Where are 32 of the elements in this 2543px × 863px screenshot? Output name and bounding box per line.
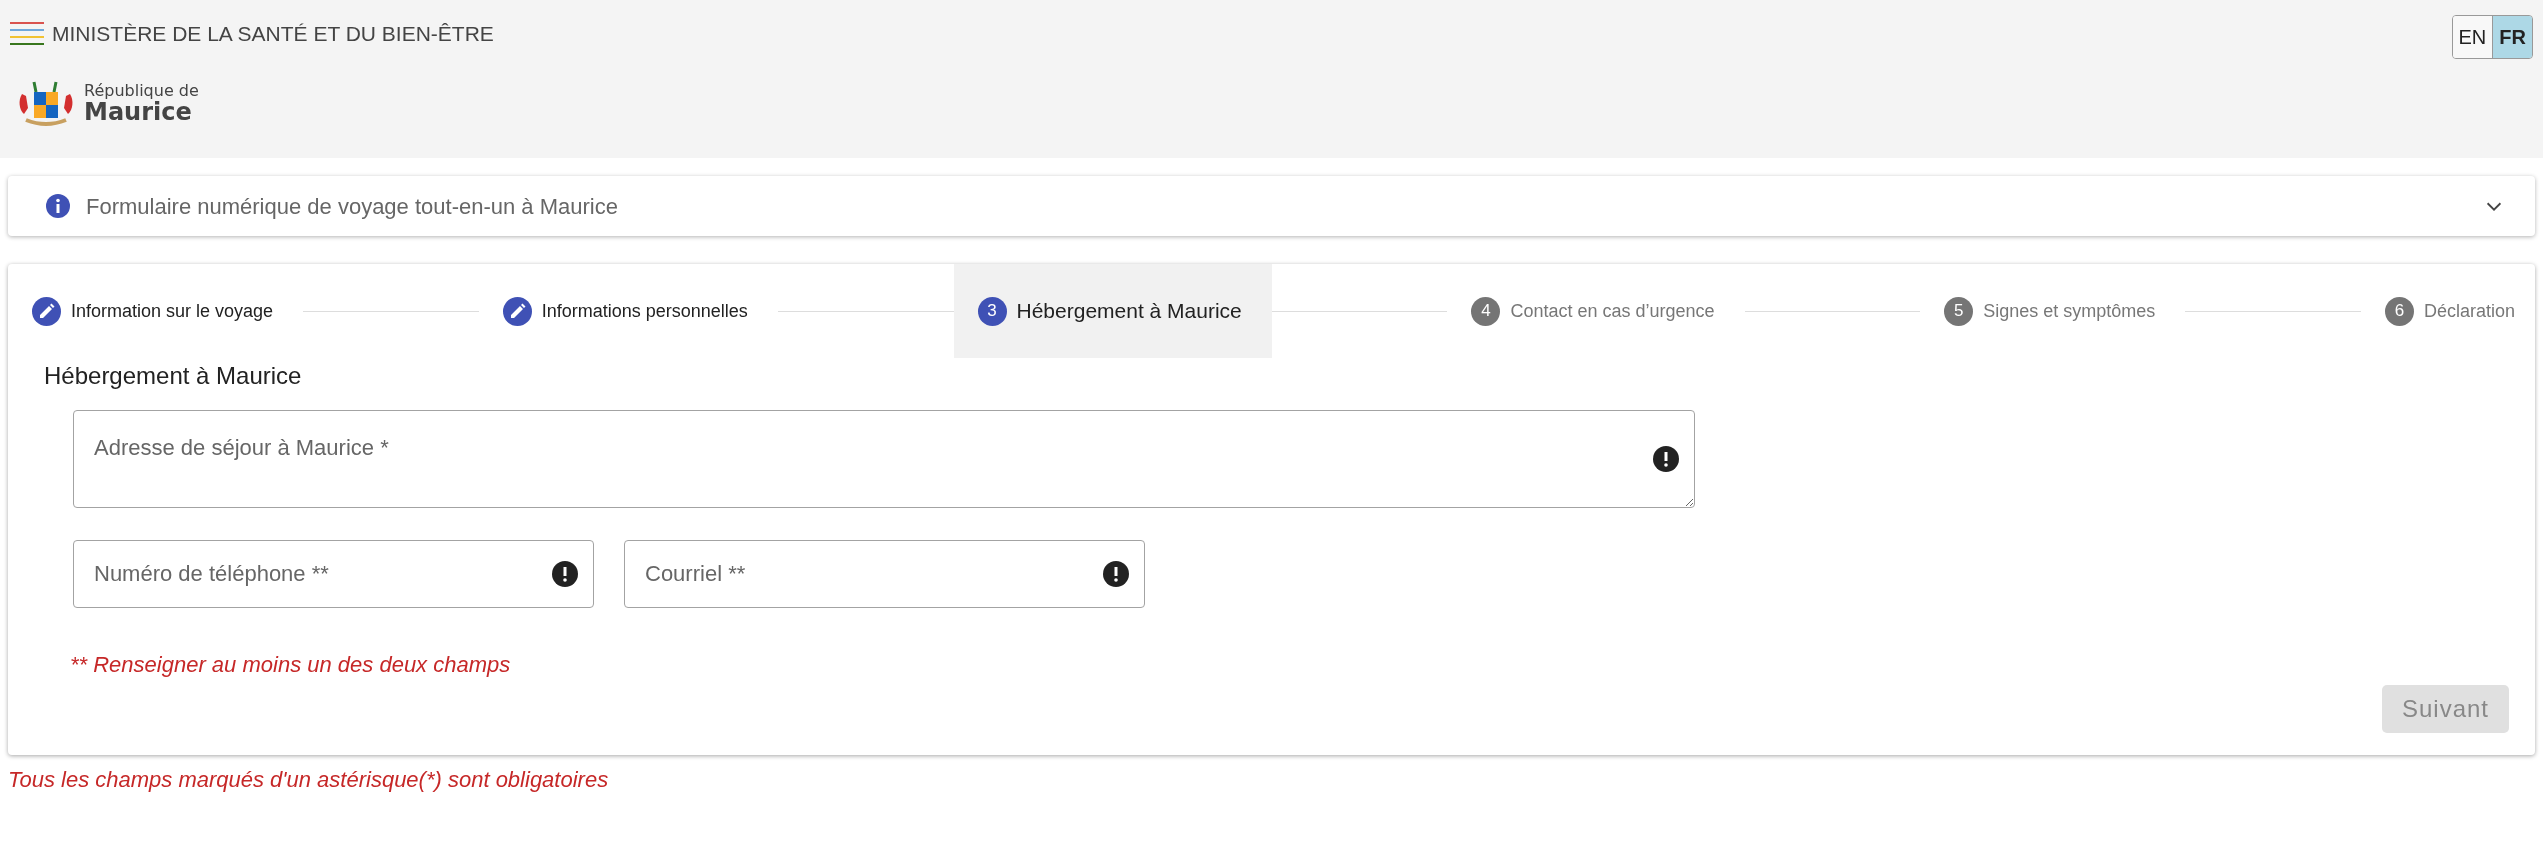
- section-heading: Hébergement à Maurice: [44, 361, 303, 391]
- required-note: Tous les champs marqués d'un astérisque(*) sont obligatoires: [8, 766, 610, 794]
- step-label: Contact en cas d’urgence: [1510, 299, 1715, 323]
- address-field[interactable]: Adresse de séjour à Maurice *: [73, 410, 1695, 508]
- language-button[interactable]: EN: [2452, 16, 2493, 58]
- stepper-step[interactable]: 3 Hébergement à Maurice: [953, 264, 1272, 358]
- pencil-icon: [32, 296, 61, 326]
- stepper-step[interactable]: 5 Signes et symptômes: [1920, 264, 2186, 358]
- ministry-title: MINISTÈRE DE LA SANTÉ ET DU BIEN-ÊTRE: [52, 21, 494, 47]
- stepper-step[interactable]: 6 Déclaration: [2360, 264, 2523, 358]
- language-button[interactable]: FR: [2492, 16, 2532, 58]
- input-field[interactable]: Numéro de téléphone **: [73, 540, 594, 608]
- step-label: Information sur le voyage: [71, 299, 274, 323]
- stepper-step[interactable]: Informations personnelles: [478, 264, 778, 358]
- step-number: 6: [2384, 296, 2414, 326]
- step-number: 3: [977, 296, 1007, 326]
- panel-title: Formulaire numérique de voyage tout-en-un à Maurice: [86, 192, 619, 221]
- input-field[interactable]: Courriel **: [624, 540, 1145, 608]
- logo-text: Maurice: [84, 99, 193, 126]
- info-icon: [46, 194, 70, 218]
- step-label: Hébergement à Maurice: [1016, 298, 1242, 325]
- step-label: Informations personnelles: [541, 299, 748, 323]
- step-number: 5: [1944, 296, 1974, 326]
- step-label: Signes et symptômes: [1983, 299, 2156, 323]
- stepper-step[interactable]: Information sur le voyage: [20, 264, 304, 358]
- step-number: 4: [1471, 296, 1501, 326]
- menu-icon[interactable]: [10, 20, 44, 47]
- pencil-icon: [502, 296, 532, 326]
- hint-text: ** Renseigner au moins un des deux champs: [70, 651, 512, 679]
- step-label: Déclaration: [2423, 299, 2515, 323]
- logo-text: République de: [84, 81, 199, 100]
- stepper-step[interactable]: 4 Contact en cas d’urgence: [1447, 264, 1745, 358]
